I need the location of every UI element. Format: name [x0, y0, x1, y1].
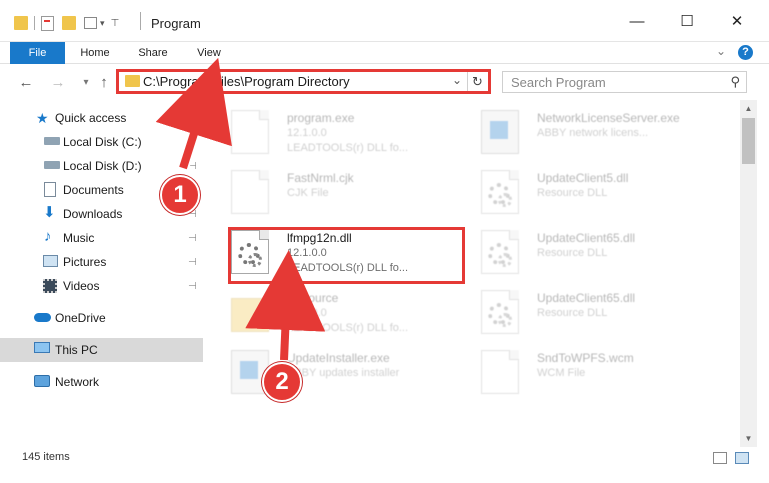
annotation-arrows — [155, 57, 326, 361]
callout-badge-2: 2 — [262, 362, 302, 402]
callout-badge-1: 1 — [160, 175, 200, 215]
arrow-1 — [155, 57, 232, 170]
arrow-2 — [245, 250, 326, 361]
